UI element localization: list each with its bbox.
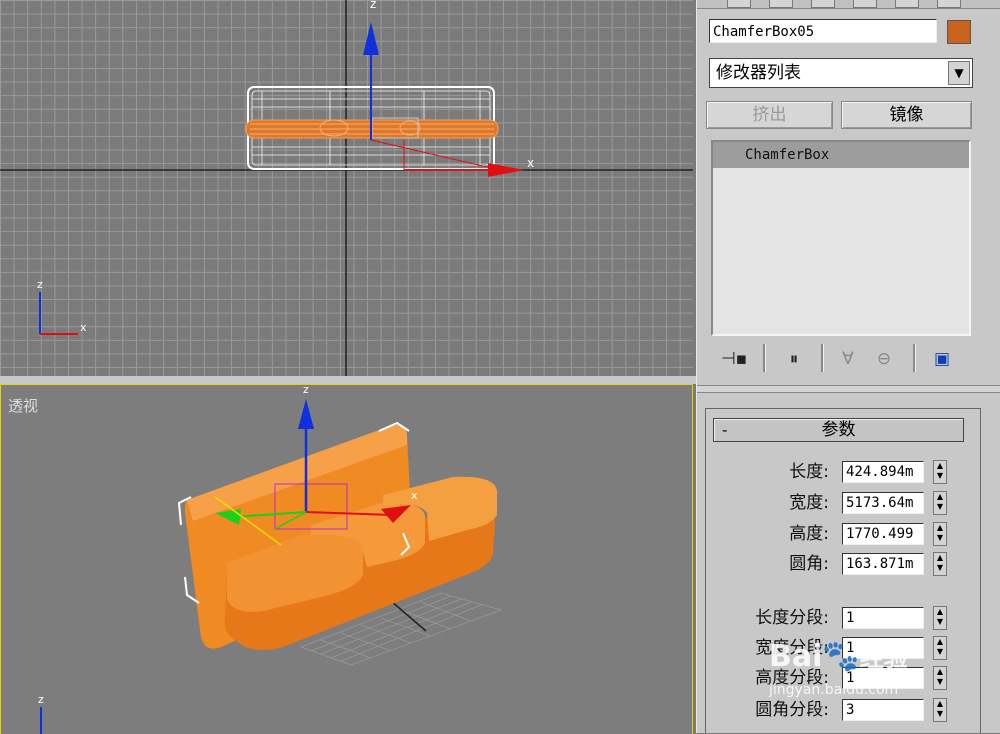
fillet-label: 圆角: bbox=[789, 554, 829, 574]
front-viewport-scene bbox=[0, 0, 693, 376]
collapse-icon[interactable]: - bbox=[722, 419, 727, 441]
width-label: 宽度: bbox=[789, 493, 829, 513]
watermark-url: jingyan.baidu.com bbox=[769, 682, 899, 698]
toolbar-divider bbox=[821, 344, 824, 372]
modify-tab-icon[interactable] bbox=[769, 0, 793, 8]
length-label: 长度: bbox=[789, 462, 829, 482]
stack-item-chamferbox[interactable]: ChamferBox bbox=[713, 142, 969, 168]
watermark-logo: Bai🐾经验 bbox=[769, 639, 908, 674]
extrude-button[interactable]: 挤出 bbox=[706, 101, 833, 129]
height-spinner[interactable]: ▲ ▼ bbox=[933, 522, 947, 546]
modifier-stack[interactable]: ChamferBox bbox=[711, 140, 971, 336]
height-input[interactable]: 1770.499 bbox=[842, 523, 924, 545]
width-segs-spinner[interactable]: ▲ ▼ bbox=[933, 636, 947, 660]
gizmo-x-label: x bbox=[527, 156, 535, 170]
width-spinner[interactable]: ▲ ▼ bbox=[933, 491, 947, 515]
corner-x-label: x bbox=[80, 321, 87, 334]
fillet-spinner[interactable]: ▲ ▼ bbox=[933, 552, 947, 576]
panel-tab-strip[interactable] bbox=[697, 0, 1000, 9]
front-viewport[interactable]: z x z x bbox=[0, 0, 693, 378]
length-segs-spinner[interactable]: ▲ ▼ bbox=[933, 606, 947, 630]
remove-modifier-icon[interactable]: ⊖ bbox=[869, 344, 899, 374]
object-name-input[interactable]: ChamferBox05 bbox=[709, 19, 937, 43]
configure-modifier-sets-icon[interactable]: ▣ bbox=[927, 344, 957, 374]
make-unique-icon[interactable]: ∀ bbox=[833, 344, 863, 374]
display-tab-icon[interactable] bbox=[895, 0, 919, 8]
create-tab-icon[interactable] bbox=[727, 0, 751, 8]
corner-z-label: z bbox=[38, 693, 44, 706]
utilities-tab-icon[interactable] bbox=[937, 0, 961, 8]
width-input[interactable]: 5173.64m bbox=[842, 492, 924, 514]
toolbar-divider bbox=[763, 344, 766, 372]
length-segs-input[interactable]: 1 bbox=[842, 607, 924, 629]
pin-stack-icon[interactable]: ⊣▪ bbox=[719, 344, 749, 374]
chevron-down-icon[interactable]: ▼ bbox=[948, 61, 970, 85]
fillet-segs-label: 圆角分段: bbox=[755, 700, 829, 720]
gizmo-z-label: z bbox=[370, 0, 377, 11]
mirror-button[interactable]: 镜像 bbox=[841, 101, 972, 129]
hierarchy-tab-icon[interactable] bbox=[811, 0, 835, 8]
perspective-viewport[interactable]: 透视 z x z bbox=[0, 384, 693, 734]
toolbar-divider bbox=[913, 344, 916, 372]
fillet-segs-spinner[interactable]: ▲ ▼ bbox=[933, 698, 947, 722]
parameters-rollout-header[interactable]: - 参数 bbox=[713, 418, 964, 442]
viewport-divider[interactable] bbox=[0, 376, 696, 384]
motion-tab-icon[interactable] bbox=[853, 0, 877, 8]
rollout-title: 参数 bbox=[821, 420, 856, 440]
length-spinner[interactable]: ▲ ▼ bbox=[933, 460, 947, 484]
length-segs-label: 长度分段: bbox=[755, 608, 829, 628]
length-input[interactable]: 424.894m bbox=[842, 461, 924, 483]
perspective-scene bbox=[40, 399, 503, 734]
height-label: 高度: bbox=[789, 524, 829, 544]
panel-divider bbox=[697, 385, 1000, 393]
command-panel: ChamferBox05 修改器列表 ▼ 挤出 镜像 ChamferBox ⊣▪… bbox=[696, 0, 1000, 733]
fillet-segs-input[interactable]: 3 bbox=[842, 699, 924, 721]
gizmo-z-label: z bbox=[303, 384, 309, 396]
object-color-swatch[interactable] bbox=[947, 20, 971, 44]
fillet-input[interactable]: 163.871m bbox=[842, 553, 924, 575]
corner-z-label: z bbox=[37, 278, 43, 291]
modifier-list-dropdown[interactable]: 修改器列表 ▼ bbox=[709, 58, 973, 88]
modifier-list-label: 修改器列表 bbox=[716, 63, 801, 83]
height-segs-spinner[interactable]: ▲ ▼ bbox=[933, 666, 947, 690]
gizmo-x-label: x bbox=[411, 489, 418, 502]
show-end-result-icon[interactable]: ⏸ bbox=[779, 344, 809, 374]
